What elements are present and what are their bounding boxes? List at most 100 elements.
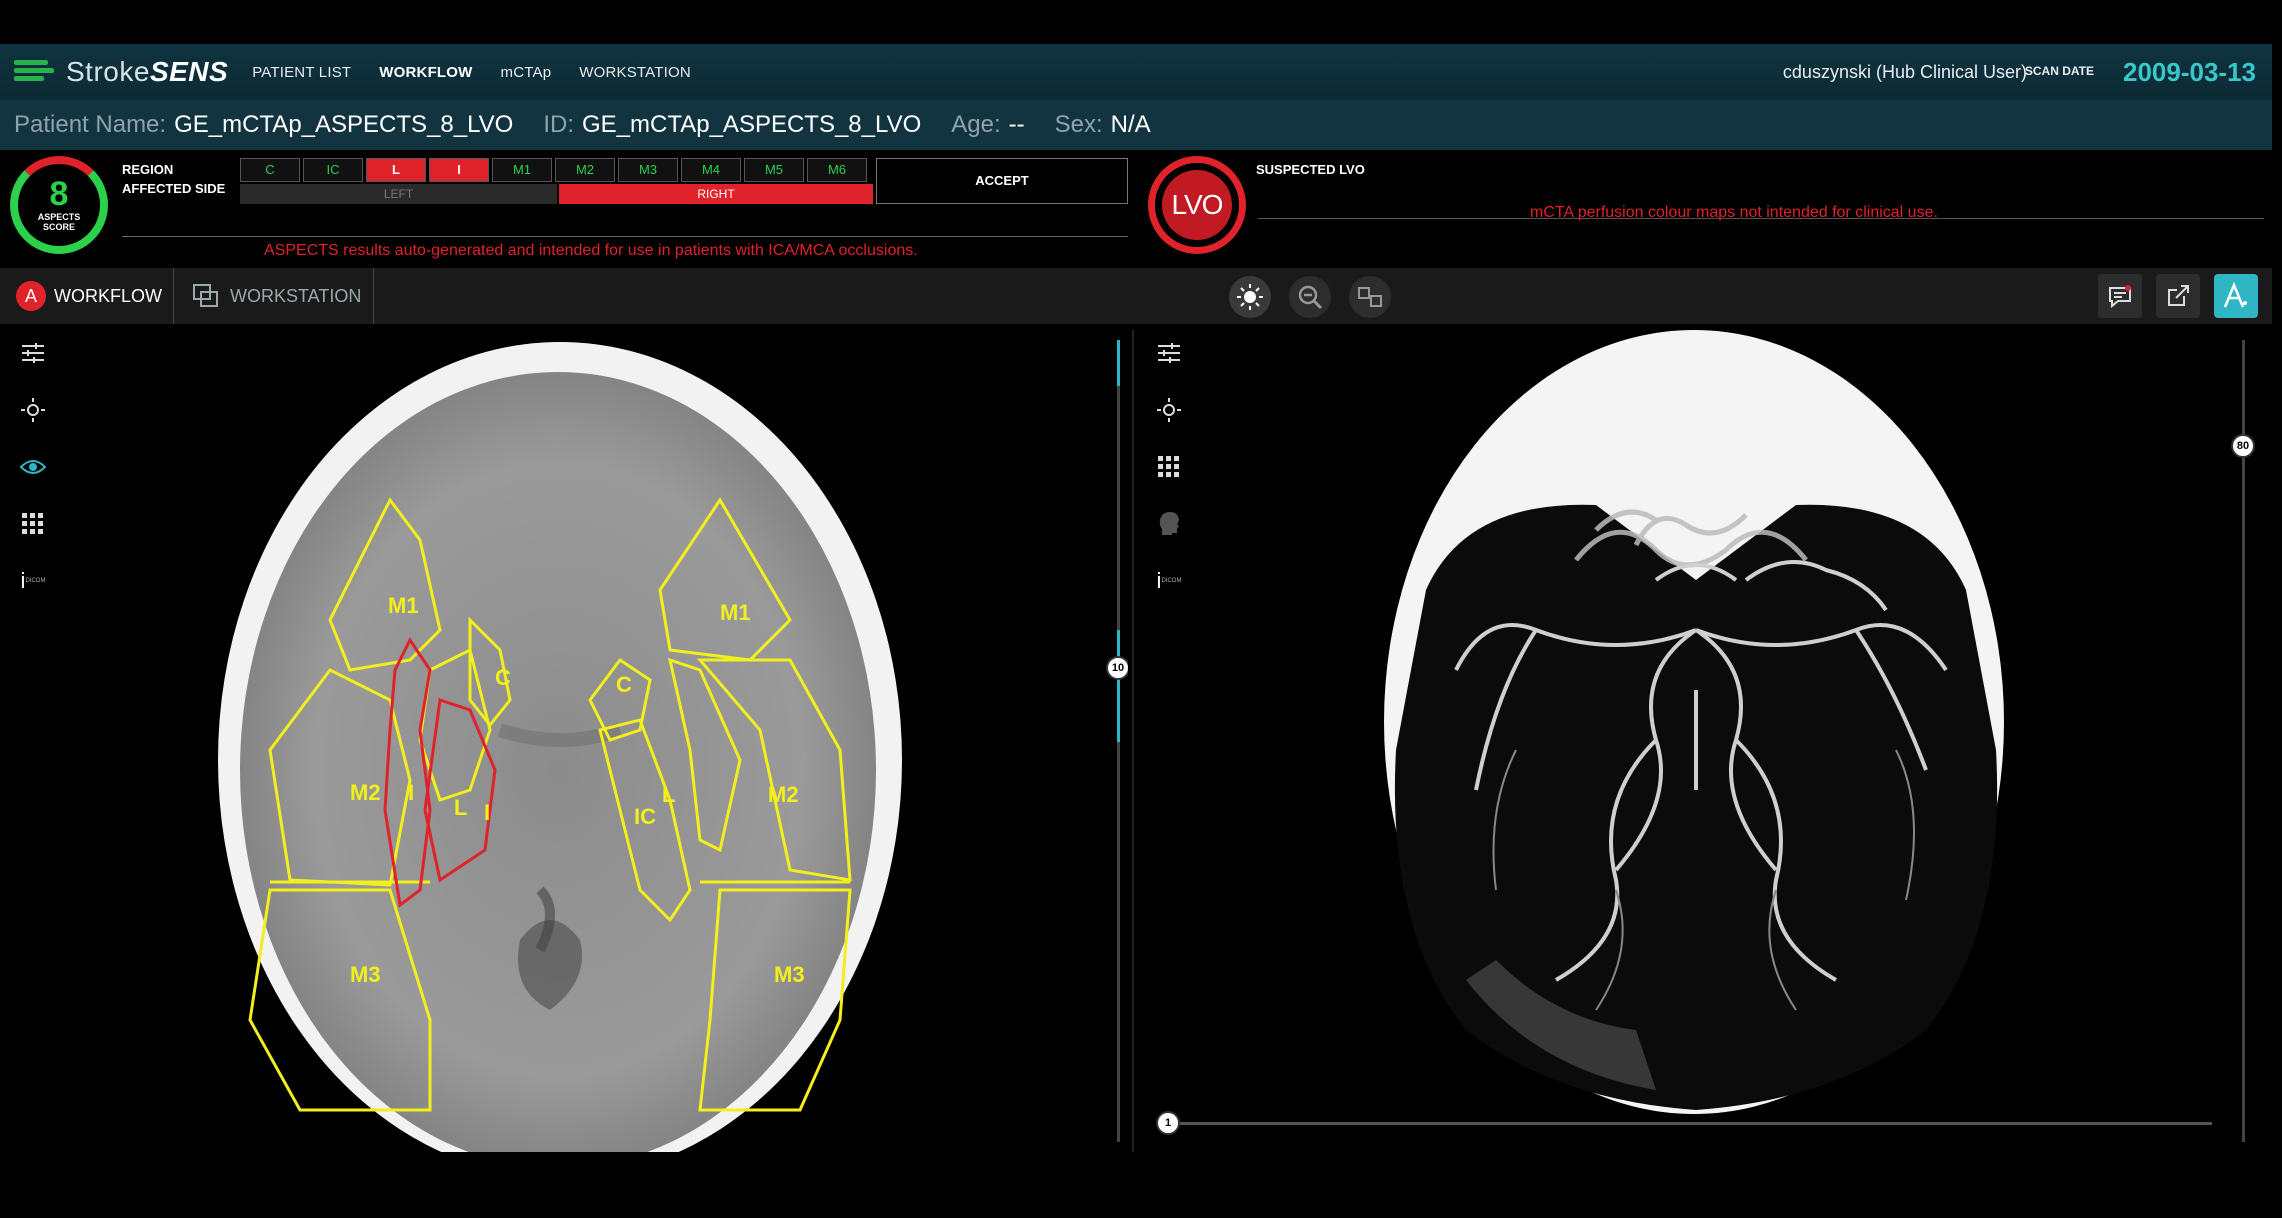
left-adjust-tool[interactable]	[18, 338, 48, 368]
region-button-ic[interactable]: IC	[303, 158, 363, 182]
overlay-label-m1-right: M1	[720, 600, 751, 625]
phase-slider-track[interactable]	[1166, 1122, 2212, 1125]
info-tool-caption: DICOM	[1161, 578, 1182, 584]
share-icon	[2168, 285, 2189, 306]
top-nav: StrokeSENS PATIENT LIST WORKFLOW mCTAp W…	[0, 44, 2272, 100]
logo-icon	[14, 57, 60, 87]
current-user[interactable]: cduszynski (Hub Clinical User)	[1783, 62, 2027, 83]
region-button-m1[interactable]: M1	[492, 158, 552, 182]
left-brightness-tool[interactable]	[18, 395, 48, 425]
lvo-badge-ring: LVO	[1148, 156, 1246, 254]
nav-workstation[interactable]: WORKSTATION	[579, 64, 691, 81]
right-side-tools: i DICOM	[1154, 338, 1184, 623]
aspects-score-label-2: SCORE	[42, 222, 75, 232]
region-button-m4[interactable]: M4	[681, 158, 741, 182]
patient-sex-label: Sex:	[1054, 111, 1103, 138]
region-button-i-insula[interactable]: I	[429, 158, 489, 182]
zoom-button[interactable]	[1289, 276, 1331, 318]
brightness-icon	[1237, 284, 1263, 310]
right-slice-handle[interactable]: 80	[2231, 434, 2255, 458]
tab-workstation-label: WORKSTATION	[230, 285, 362, 306]
layout-button[interactable]	[1349, 276, 1391, 318]
overlay-label-i-left: I	[408, 780, 414, 805]
right-adjust-tool[interactable]	[1154, 338, 1184, 368]
region-label: REGION	[122, 162, 174, 177]
right-info-tool[interactable]: i DICOM	[1154, 566, 1184, 596]
right-slice-slider-track[interactable]	[2242, 340, 2245, 1142]
overlay-label-l-left: L	[454, 795, 467, 820]
aspects-score-ring: 8 ASPECTS SCORE	[10, 156, 108, 254]
left-visibility-tool[interactable]	[18, 452, 48, 482]
eye-icon	[20, 460, 46, 474]
ai-overlay-button[interactable]	[2214, 274, 2258, 318]
patient-bar: Patient Name: GE_mCTAp_ASPECTS_8_LVO ID:…	[0, 100, 2272, 150]
side-left-button[interactable]: LEFT	[240, 184, 557, 204]
phase-slider-handle[interactable]: 1	[1156, 1111, 1180, 1135]
patient-id-label: ID:	[543, 111, 574, 138]
ai-overlay-icon	[2223, 281, 2247, 308]
scan-date-label: SCAN DATE	[2024, 64, 2094, 78]
region-buttons: C IC L I M1 M2 M3 M4 M5 M6	[240, 158, 870, 182]
left-info-tool[interactable]: i DICOM	[18, 566, 48, 596]
overlay-label-l-right: L	[662, 782, 675, 807]
comment-icon	[2109, 285, 2131, 309]
brightness-button[interactable]	[1229, 276, 1271, 318]
view-tools	[1229, 276, 1409, 318]
left-side-tools: i DICOM	[18, 338, 48, 623]
nav-workflow[interactable]: WORKFLOW	[379, 64, 472, 81]
region-button-l[interactable]: L	[366, 158, 426, 182]
view-toolbar: A WORKFLOW WORKSTATION	[0, 268, 2272, 324]
ncct-viewport[interactable]: M1 M2 M3 I L C I M1 M2 M3 C IC L i DICOM…	[0, 330, 1128, 1152]
region-button-c[interactable]: C	[240, 158, 300, 182]
nav-mctap[interactable]: mCTAp	[501, 64, 552, 81]
side-right-button[interactable]: RIGHT	[559, 184, 873, 204]
left-slice-slider-top	[1117, 340, 1120, 386]
overlay-label-m3-left: M3	[350, 962, 381, 987]
aspects-panel: 8 ASPECTS SCORE REGION AFFECTED SIDE C IC…	[0, 150, 2272, 266]
viewport-divider	[1132, 330, 1134, 1152]
share-button[interactable]	[2156, 274, 2200, 318]
nav-links: PATIENT LIST WORKFLOW mCTAp WORKSTATION	[252, 64, 719, 81]
aspects-row-labels: REGION AFFECTED SIDE	[122, 160, 225, 198]
region-button-m2[interactable]: M2	[555, 158, 615, 182]
left-slice-handle[interactable]: 10	[1106, 656, 1128, 680]
left-grid-tool[interactable]	[18, 509, 48, 539]
logo-text: StrokeSENS	[66, 56, 229, 87]
sliders-icon	[22, 343, 44, 363]
patient-name-label: Patient Name:	[14, 111, 167, 138]
aspects-score-inner: 8 ASPECTS SCORE	[26, 172, 92, 238]
right-head-tool[interactable]	[1154, 509, 1184, 539]
tab-workstation[interactable]: WORKSTATION	[176, 268, 374, 324]
nav-patient-list[interactable]: PATIENT LIST	[252, 64, 351, 81]
aspects-divider	[122, 236, 1128, 237]
toolbar-actions	[2098, 274, 2272, 318]
ncct-image: M1 M2 M3 I L C I M1 M2 M3 C IC L	[218, 342, 902, 1152]
patient-age-label: Age:	[951, 111, 1001, 138]
tab-workflow[interactable]: A WORKFLOW	[0, 268, 174, 324]
mcta-warning: mCTA perfusion colour maps not intended …	[1530, 204, 1938, 221]
overlay-label-m1-left: M1	[388, 593, 419, 618]
cta-viewport[interactable]: i DICOM 80 1	[1136, 330, 2272, 1152]
comment-button[interactable]	[2098, 274, 2142, 318]
head-icon	[1159, 512, 1179, 535]
logo: StrokeSENS	[14, 56, 228, 88]
overlay-label-m2-right: M2	[768, 782, 799, 807]
layout-icon	[1358, 287, 1382, 307]
suspected-lvo-label: SUSPECTED LVO	[1256, 162, 1365, 177]
aspects-score-label-1: ASPECTS	[37, 212, 81, 222]
overlay-label-m2-left: M2	[350, 780, 381, 805]
right-grid-tool[interactable]	[1154, 452, 1184, 482]
scan-date: 2009-03-13	[2123, 57, 2256, 87]
region-button-m5[interactable]: M5	[744, 158, 804, 182]
patient-id: GE_mCTAp_ASPECTS_8_LVO	[582, 111, 922, 138]
accept-button[interactable]: ACCEPT	[876, 158, 1128, 204]
region-button-m3[interactable]: M3	[618, 158, 678, 182]
sliders-icon	[1158, 343, 1180, 363]
right-brightness-tool[interactable]	[1154, 395, 1184, 425]
grid-icon	[22, 513, 43, 534]
overlay-label-c-left: C	[495, 665, 511, 690]
overlay-label-m3-right: M3	[774, 962, 805, 987]
overlay-label-i2-left: I	[484, 800, 490, 825]
region-button-m6[interactable]: M6	[807, 158, 867, 182]
grid-icon	[1158, 456, 1179, 477]
